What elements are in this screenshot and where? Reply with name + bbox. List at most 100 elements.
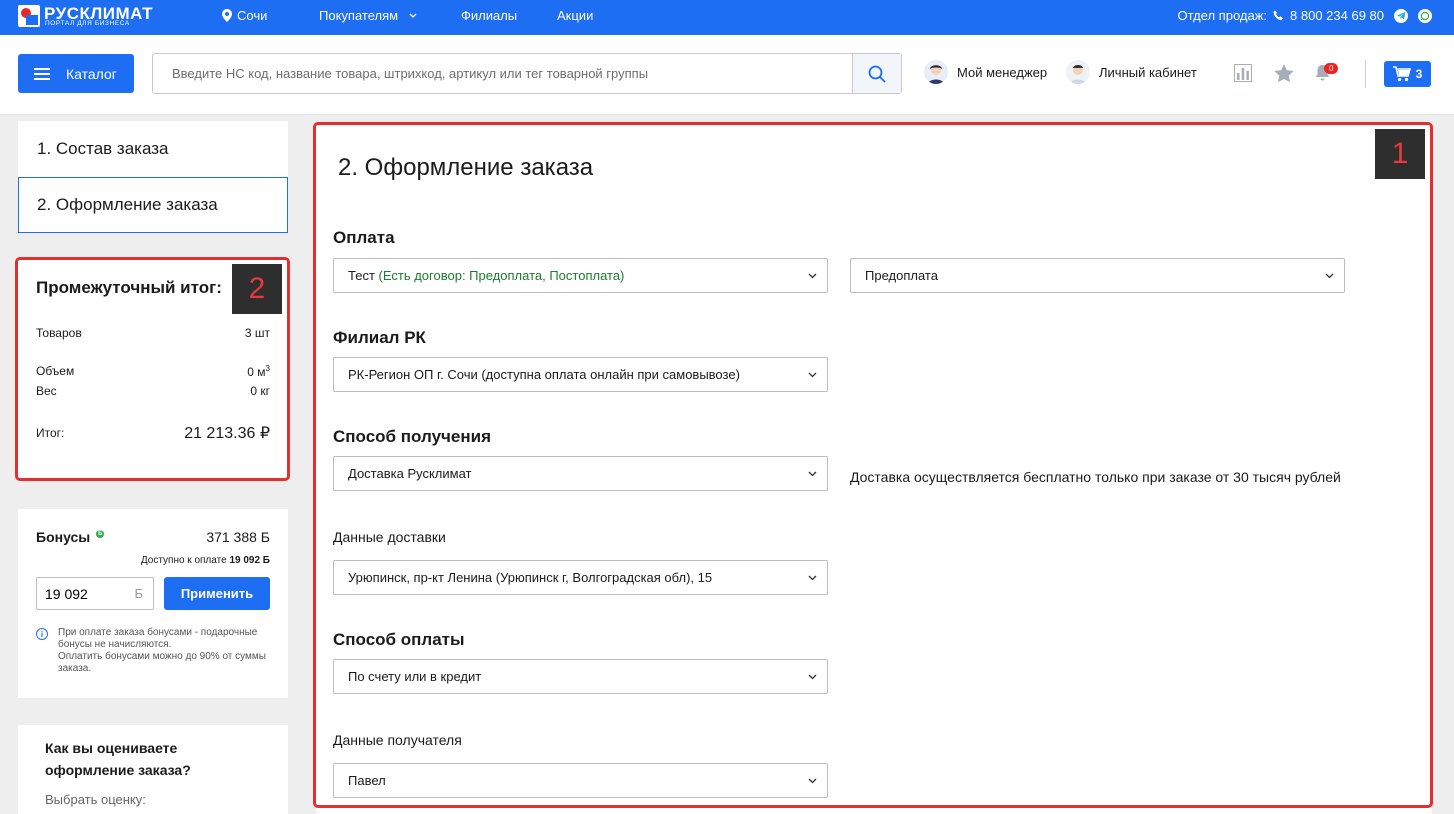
catalog-label: Каталог [66,65,117,82]
logo[interactable]: РУСКЛИМАТ ПОРТАЛ ДЛЯ БИЗНЕСА [18,4,168,31]
goods-row: Товаров 3 шт [36,326,270,340]
personal-cabinet-label: Личный кабинет [1099,64,1197,80]
chevron-down-icon [808,372,817,378]
chevron-down-icon [808,575,817,581]
recipient-select[interactable]: Павел [333,763,828,798]
receive-method-select[interactable]: Доставка Русклимат [333,456,828,491]
favorites-star-icon[interactable] [1274,64,1294,83]
bonus-note: При оплате заказа бонусами - подарочные … [58,627,268,675]
delivery-address-select[interactable]: Урюпинск, пр-кт Ленина (Урюпинск г, Волг… [333,560,828,595]
chevron-down-icon [808,778,817,784]
personal-cabinet-link[interactable]: Личный кабинет [1066,60,1197,84]
bonus-title-label: Бонусы [36,529,91,545]
cart-count: 3 [1415,67,1423,81]
delivery-data-label: Данные доставки [333,529,446,545]
cart-icon [1392,66,1411,82]
whatsapp-icon[interactable] [1418,8,1432,23]
checkout-title: 2. Оформление заказа [338,154,594,181]
search-box [152,53,902,94]
payment-method-select[interactable]: По счету или в кредит [333,659,828,694]
compare-chart-icon[interactable] [1234,64,1252,82]
my-manager-link[interactable]: Мой менеджер [924,60,1047,84]
nav-promotions[interactable]: Акции [557,8,593,23]
payment-type-value: Предоплата [865,268,938,283]
volume-row: Объем 0 м3 [36,364,270,379]
bonus-card: Бонусы Б 371 388 Б Доступно к оплате 19 … [18,509,288,698]
chevron-down-icon [808,273,817,279]
payer-contract: (Есть договор: Предоплата, Постоплата) [378,268,625,283]
cart-button[interactable]: 3 [1384,61,1431,87]
branch-select[interactable]: РК-Регион ОП г. Сочи (доступна оплата он… [333,357,828,392]
total-label: Итог: [36,426,65,440]
payment-type-select[interactable]: Предоплата [850,258,1345,293]
map-pin-icon [222,9,232,22]
payer-select[interactable]: Тест (Есть договор: Предоплата, Постопла… [333,258,828,293]
annotation-marker-2: 2 [232,264,282,314]
checkout-panel: 2. Оформление заказа Оплата Тест (Есть д… [316,122,1432,814]
branch-heading: Филиал РК [333,328,426,347]
rating-card: Как вы оцениваете оформление заказа? Выб… [18,725,288,814]
bonus-amount-input[interactable] [37,578,125,609]
rating-title: Как вы оцениваете оформление заказа? [45,740,191,778]
branch-value: РК-Регион ОП г. Сочи (доступна оплата он… [348,367,740,382]
volume-value: 0 м [247,365,266,379]
search-button[interactable] [852,54,901,93]
receive-method-value: Доставка Русклимат [348,466,472,481]
phone-number[interactable]: 8 800 234 69 80 [1290,8,1384,23]
annotation-marker-1: 1 [1375,129,1425,179]
volume-unit-sup: 3 [265,364,270,373]
chevron-down-icon [409,13,417,18]
payment-heading: Оплата [333,228,395,247]
manager-avatar-icon [924,60,948,84]
user-avatar-icon [1066,60,1090,84]
city-label: Сочи [237,8,268,23]
nav-branches[interactable]: Филиалы [461,8,517,23]
recipient-data-label: Данные получателя [333,732,462,748]
volume-label: Объем [36,364,75,378]
bonus-note-line-1: При оплате заказа бонусами - подарочные … [58,627,258,650]
bonus-available: Доступно к оплате 19 092 Б [141,555,270,566]
payer-name: Тест [348,268,375,283]
my-manager-label: Мой менеджер [957,64,1048,80]
top-bar: РУСКЛИМАТ ПОРТАЛ ДЛЯ БИЗНЕСА Сочи Покупа… [0,0,1454,35]
chevron-down-icon [1325,273,1334,279]
nav-buyers[interactable]: Покупателям [319,8,417,23]
payment-method-value: По счету или в кредит [348,669,482,684]
nav-promotions-label: Акции [557,8,594,23]
telegram-icon[interactable] [1394,8,1408,23]
step-checkout-label: 2. Оформление заказа [37,195,218,214]
phone-icon [1273,10,1283,21]
logo-subtitle: ПОРТАЛ ДЛЯ БИЗНЕСА [45,20,130,27]
step-order-contents-label: 1. Состав заказа [37,139,169,158]
search-input[interactable] [153,54,853,93]
subtotal-title: Промежуточный итог: [36,278,222,297]
chevron-down-icon [808,471,817,477]
bonus-available-label: Доступно к оплате [140,555,227,566]
delivery-address-value: Урюпинск, пр-кт Ленина (Урюпинск г, Волг… [348,570,713,585]
apply-bonus-button[interactable]: Применить [164,577,270,610]
step-order-contents[interactable]: 1. Состав заказа [18,121,288,177]
weight-label: Вес [36,384,57,398]
receive-heading: Способ получения [333,427,491,446]
total-value: 21 213.36 ₽ [184,425,270,442]
recipient-value: Павел [348,773,386,788]
payment-method-heading: Способ оплаты [333,630,465,649]
sales-label: Отдел продаж: [1177,8,1268,23]
header-divider [1365,60,1366,88]
main-header: Каталог Мой менеджер Личный кабинет 0 3 [0,35,1454,115]
weight-value: 0 кг [250,384,270,398]
goods-value: 3 шт [244,326,270,340]
weight-row: Вес 0 кг [36,384,270,398]
catalog-button[interactable]: Каталог [18,54,134,93]
rating-subtitle: Выбрать оценку: [45,792,146,807]
total-row: Итог: 21 213.36 ₽ [36,423,270,443]
bonus-coin-icon: Б [96,530,105,538]
bonus-balance: 371 388 Б [206,529,270,545]
city-selector[interactable]: Сочи [222,8,267,23]
logo-mark-icon [18,5,40,27]
nav-buyers-label: Покупателям [319,8,399,23]
bonus-input-unit: Б [134,586,143,601]
bonus-available-value: 19 092 Б [229,555,270,566]
nav-branches-label: Филиалы [461,8,518,23]
step-checkout[interactable]: 2. Оформление заказа [18,177,288,233]
